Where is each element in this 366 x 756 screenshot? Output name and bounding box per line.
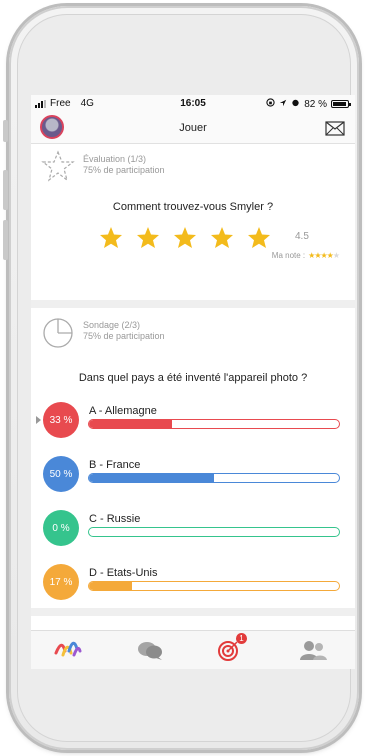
mute-switch [3,120,8,142]
users-icon [298,641,328,665]
mail-icon[interactable] [325,121,345,141]
poll-option-d[interactable]: 17 % D - Etats-Unis [31,564,355,604]
star-icon[interactable] [99,226,123,254]
option-label: B - France [89,459,141,471]
nav-bar: Jouer [31,113,355,144]
option-percent-badge: 0 % [43,510,79,546]
evaluation-header: Évaluation (1/3) 75% de participation [41,150,165,187]
option-progress-fill [89,474,214,482]
mini-star-icon: ★ [332,251,340,260]
option-percent-badge: 17 % [43,564,79,600]
chat-bubbles-icon [136,642,164,665]
option-label: A - Allemagne [89,405,157,417]
tab-contacts[interactable] [298,639,328,666]
poll-option-c[interactable]: 0 % C - Russie [31,510,355,550]
star-icon[interactable] [136,226,160,254]
average-score: 4.5 [295,231,309,242]
evaluation-participation: 75% de participation [83,165,165,175]
app-screen: Free 4G 16:05 82 % Jouer Évaluation (1/3… [31,95,355,669]
evaluation-meta: Évaluation (1/3) 75% de participation [83,150,165,187]
star-icon[interactable] [247,226,271,254]
option-progress-fill [89,420,172,428]
target-icon [217,641,241,665]
poll-participation: 75% de participation [83,331,165,341]
option-progress-fill [89,582,132,590]
poll-question: Dans quel pays a été inventé l'appareil … [78,372,308,384]
tab-bar: 1 [31,630,355,669]
page-title: Jouer [179,122,207,134]
tab-home[interactable] [54,639,82,666]
poll-title: Sondage (2/3) [83,320,141,330]
poll-option-a[interactable]: 33 % A - Allemagne [31,402,355,442]
evaluation-question: Comment trouvez-vous Smyler ? [112,201,274,213]
volume-up-button [3,170,8,210]
alarm-icon [291,98,300,110]
my-note: Ma note : ★★★★★ [271,251,340,260]
status-right: 82 % [266,98,351,110]
lock-rotation-icon [266,98,275,110]
my-note-label: Ma note : [271,251,306,260]
battery-icon [331,100,351,108]
option-label: D - Etats-Unis [89,567,158,579]
poll-option-b[interactable]: 50 % B - France [31,456,355,496]
option-progress-bar [88,473,340,483]
location-icon [279,99,287,110]
option-percent-badge: 33 % [43,402,79,438]
my-note-stars: ★★★★★ [308,251,340,260]
evaluation-card: Évaluation (1/3) 75% de participation Co… [31,144,355,300]
star-icon[interactable] [210,226,234,254]
option-progress-bar [88,419,340,429]
poll-header: Sondage (2/3) 75% de participation [41,316,165,355]
option-label: C - Russie [89,513,141,525]
star-outline-icon [41,150,75,187]
selected-pointer-icon [36,416,41,424]
notification-badge: 1 [236,633,247,644]
tab-chat[interactable] [136,639,164,666]
option-progress-bar [88,527,340,537]
poll-meta: Sondage (2/3) 75% de participation [83,316,165,355]
battery-percent: 82 % [304,98,327,110]
poll-card: Sondage (2/3) 75% de participation Dans … [31,308,355,608]
option-progress-bar [88,581,340,591]
option-percent-badge: 50 % [43,456,79,492]
rating-stars[interactable] [99,226,271,254]
status-bar: Free 4G 16:05 82 % [31,95,355,113]
star-icon[interactable] [173,226,197,254]
evaluation-title: Évaluation (1/3) [83,154,147,164]
smyler-logo-icon [54,641,82,665]
tab-play[interactable]: 1 [217,633,247,666]
pie-chart-icon [41,316,75,355]
volume-down-button [3,220,8,260]
